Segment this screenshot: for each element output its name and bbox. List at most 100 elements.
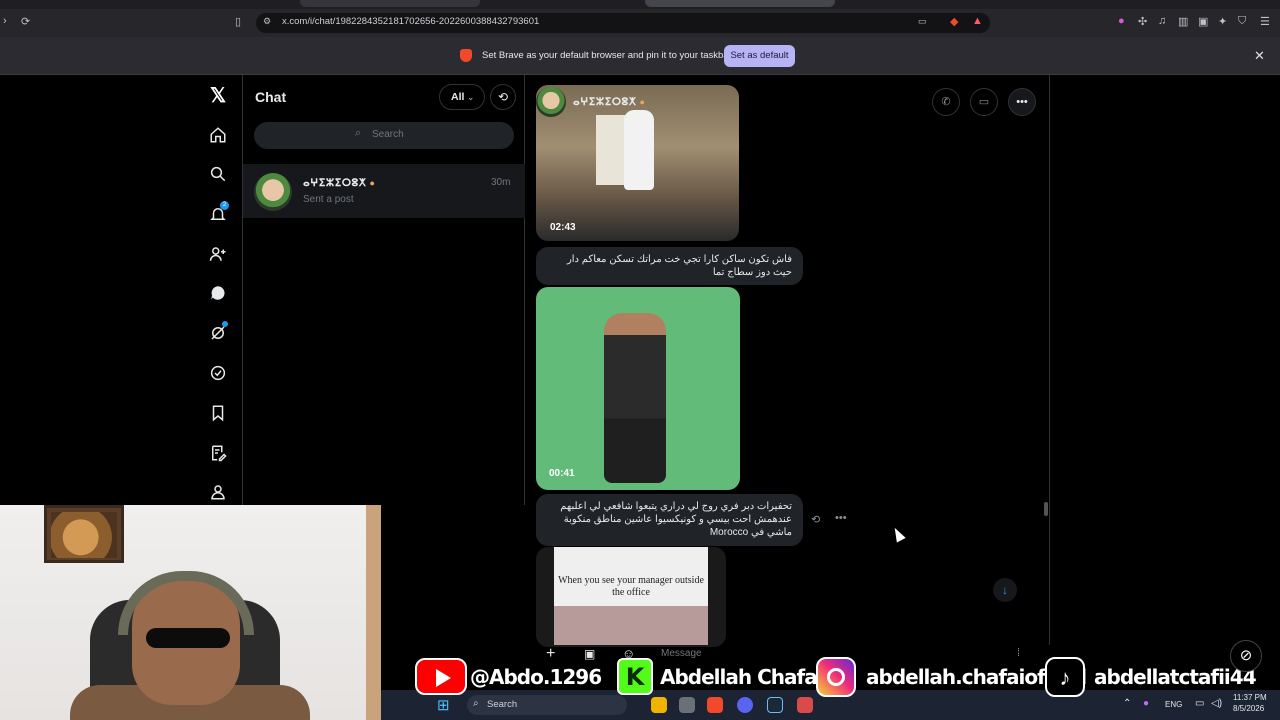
phone-icon: ✆: [941, 96, 951, 108]
bookmark-icon[interactable]: [207, 402, 229, 424]
youtube-icon: [415, 658, 467, 695]
grok-icon[interactable]: [207, 321, 229, 344]
message-bubble[interactable]: فاش تكون ساكن كارا تجي خت مراتك تسكن معا…: [536, 247, 803, 285]
site-info-icon[interactable]: ⚙: [263, 16, 271, 27]
brave-logo-icon: [460, 49, 472, 62]
search-icon[interactable]: [207, 163, 229, 185]
video-message[interactable]: 00:41: [536, 287, 740, 490]
clock-time[interactable]: 11:37 PM: [1233, 693, 1267, 702]
network-icon[interactable]: ▭: [1195, 698, 1204, 709]
obs-icon[interactable]: [679, 697, 695, 713]
conversation-time: 30m: [491, 177, 511, 188]
verified-icon[interactable]: [207, 362, 229, 384]
brave-shields-icon[interactable]: ◆: [950, 15, 958, 28]
scroll-to-bottom-button[interactable]: ↓: [993, 578, 1017, 602]
menu-icon[interactable]: ☰: [1260, 15, 1270, 28]
lock-emoji-icon: ●: [369, 178, 376, 188]
call-button[interactable]: ✆: [932, 88, 960, 116]
nav-rail: 𝕏 2: [196, 75, 242, 505]
contact-avatar[interactable]: [536, 87, 566, 117]
tiktok-icon: ♪: [1045, 657, 1085, 697]
taskbar-search-label: Search: [487, 699, 518, 710]
language-indicator[interactable]: ENG: [1165, 700, 1182, 709]
react-icon[interactable]: ⟲: [811, 513, 820, 526]
webcam-overlay: [0, 505, 381, 720]
lists-icon[interactable]: [207, 442, 229, 464]
close-banner-icon[interactable]: ✕: [1254, 48, 1265, 64]
profile-icon[interactable]: [207, 481, 229, 503]
add-icon[interactable]: +: [546, 645, 555, 663]
bookmark-page-icon[interactable]: ▯: [235, 15, 241, 28]
video-call-button[interactable]: ▭: [970, 88, 998, 116]
browser-tab[interactable]: [300, 0, 480, 7]
more-icon[interactable]: •••: [835, 512, 847, 524]
reload-icon[interactable]: ⟳: [21, 15, 30, 28]
more-icon: •••: [1016, 96, 1028, 108]
message-input[interactable]: Message: [661, 648, 702, 659]
grok-dot: [222, 321, 228, 327]
grok-floating-button[interactable]: ⊘: [1230, 640, 1262, 672]
chat-list-panel: Chat All ⌄ ⟲ ⌕ Search ⴰⵖⵉⵣⵉⵔⵓⵅ ● Sent a …: [242, 75, 525, 505]
forward-icon[interactable]: ›: [3, 15, 7, 27]
browser-tab-active[interactable]: [645, 0, 835, 7]
conversation-name: ⴰⵖⵉⵣⵉⵔⵓⵅ ●: [303, 177, 376, 189]
music-icon[interactable]: ♫: [1158, 15, 1166, 27]
new-chat-button[interactable]: ⟲: [490, 84, 516, 110]
notifications-badge: 2: [220, 201, 229, 210]
notifications-icon[interactable]: 2: [207, 201, 229, 225]
headset: [118, 571, 254, 635]
avatar: [254, 173, 292, 211]
video-message[interactable]: 02:43: [536, 85, 739, 241]
filter-label: All: [451, 91, 465, 103]
vpn-icon[interactable]: ⛉: [1238, 15, 1246, 28]
extension-icon[interactable]: ●: [1118, 15, 1125, 27]
kick-icon: K: [617, 658, 653, 695]
sidebar-icon[interactable]: ▥: [1178, 15, 1188, 28]
mic-icon[interactable]: ●: [1143, 698, 1149, 709]
scrollbar[interactable]: [1044, 502, 1048, 516]
conversation-item[interactable]: ⴰⵖⵉⵣⵉⵔⵓⵅ ● Sent a post 30m: [243, 164, 525, 218]
cast-icon[interactable]: ▭: [918, 16, 927, 27]
address-bar-row: › ⟳ ▯ ⚙ x.com/i/chat/1982284352181702656…: [0, 9, 1280, 37]
search-icon: ⌕: [473, 698, 479, 709]
video-duration: 02:43: [550, 222, 576, 233]
brave-rewards-icon[interactable]: ▲: [972, 15, 983, 27]
brave-taskbar-icon[interactable]: [707, 697, 723, 713]
chat-search-input[interactable]: ⌕ Search: [254, 122, 514, 149]
filter-dropdown[interactable]: All ⌄: [439, 84, 485, 110]
gif-icon[interactable]: ▣: [584, 647, 595, 661]
x-logo-icon[interactable]: 𝕏: [207, 84, 229, 107]
grok-icon: ⊘: [1239, 647, 1253, 664]
video-duration: 00:41: [549, 468, 575, 479]
kick-name: Abdellah Chafai: [660, 665, 824, 689]
search-placeholder: Search: [372, 129, 404, 140]
youtube-handle: @Abdo.1296: [470, 665, 602, 689]
banner-text: Set Brave as your default browser and pi…: [482, 50, 732, 61]
follow-icon[interactable]: [207, 243, 229, 265]
contact-name: ⴰⵖⵉⵣⵉⵔⵓⵅ ●: [573, 96, 646, 108]
message-bubble[interactable]: تحفيرات دبر فري روج لي دراري يتبعوا شافع…: [536, 494, 803, 546]
windows-start-icon[interactable]: ⊞: [437, 696, 450, 714]
wallet-icon[interactable]: ▣: [1198, 15, 1208, 28]
set-default-button[interactable]: Set as default: [724, 45, 795, 67]
address-field[interactable]: ⚙ x.com/i/chat/1982284352181702656-20226…: [256, 13, 990, 33]
discord-icon[interactable]: [737, 697, 753, 713]
conversation-preview: Sent a post: [303, 194, 354, 205]
taskbar-search[interactable]: ⌕ Search: [467, 695, 627, 715]
leo-ai-icon[interactable]: ✦: [1218, 15, 1227, 28]
tab-strip: [0, 0, 1280, 9]
chat-icon[interactable]: [207, 282, 229, 304]
instagram-icon: [816, 657, 856, 697]
voice-icon[interactable]: ⁞: [1017, 647, 1020, 659]
file-explorer-icon[interactable]: [651, 697, 667, 713]
volume-icon[interactable]: ◁): [1211, 698, 1222, 709]
app-icon[interactable]: [797, 697, 813, 713]
steam-icon[interactable]: [767, 697, 783, 713]
tray-chevron-icon[interactable]: ⌃: [1123, 698, 1131, 709]
home-icon[interactable]: [207, 124, 229, 146]
arrow-down-icon: ↓: [1002, 583, 1008, 597]
puzzle-icon[interactable]: ✣: [1138, 15, 1147, 28]
image-message[interactable]: When you see your manager outside the of…: [536, 547, 726, 647]
more-options-button[interactable]: •••: [1008, 88, 1036, 116]
clock-date[interactable]: 8/5/2026: [1233, 704, 1264, 713]
